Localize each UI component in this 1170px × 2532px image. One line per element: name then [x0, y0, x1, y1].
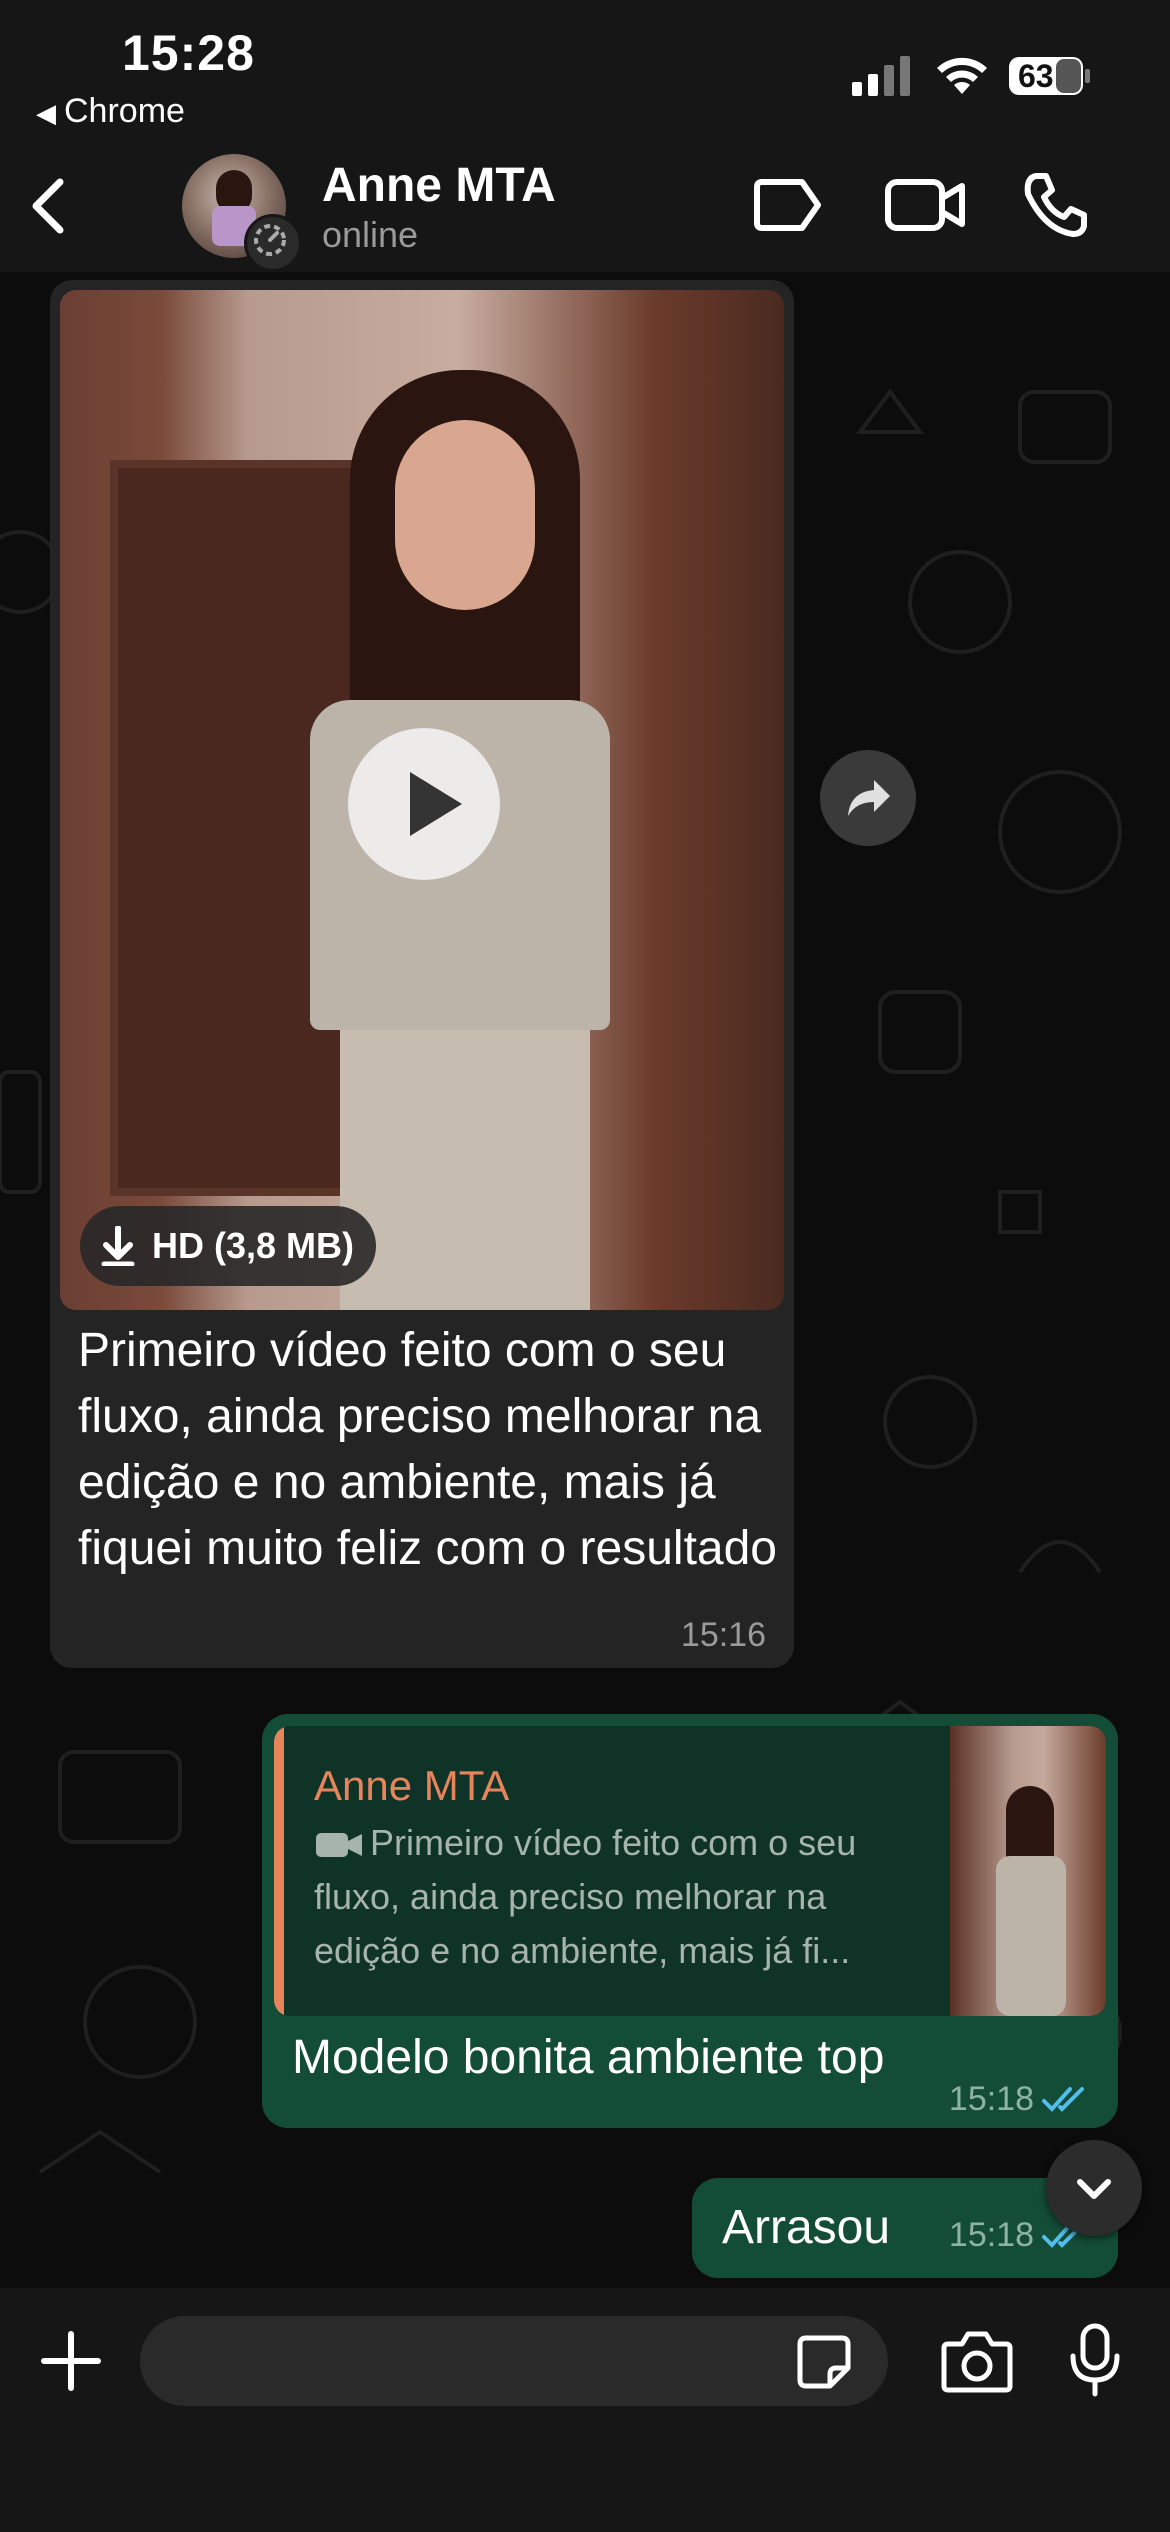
- quoted-author: Anne MTA: [314, 1762, 510, 1809]
- cellular-signal-icon: [852, 56, 910, 96]
- quoted-text-content: Primeiro vídeo feito com o seu fluxo, ai…: [314, 1822, 857, 1971]
- play-button[interactable]: [348, 728, 500, 880]
- forward-button[interactable]: [820, 750, 916, 846]
- read-double-check-icon: [1042, 2086, 1084, 2112]
- download-size-label: HD (3,8 MB): [152, 1225, 355, 1266]
- voice-call-icon[interactable]: [1020, 170, 1090, 240]
- status-bar: 15:28 ◀ Chrome 63: [0, 0, 1170, 140]
- label-tag-icon[interactable]: [752, 174, 826, 236]
- scroll-to-bottom-button[interactable]: [1046, 2140, 1142, 2236]
- message-input[interactable]: [140, 2316, 888, 2406]
- back-to-app-link[interactable]: ◀ Chrome: [36, 92, 185, 131]
- download-hd-button[interactable]: HD (3,8 MB): [80, 1206, 377, 1286]
- microphone-icon[interactable]: [1068, 2322, 1122, 2398]
- thumbnail-figure-pants: [340, 1030, 590, 1310]
- contact-name[interactable]: Anne MTA: [322, 158, 556, 213]
- chevron-down-icon: [1077, 2179, 1111, 2199]
- composer-bar: [0, 2288, 1170, 2532]
- back-triangle-icon: ◀: [36, 98, 56, 128]
- play-icon: [410, 772, 462, 836]
- thumbnail-figure-face: [395, 420, 535, 610]
- forward-arrow-icon: [848, 780, 890, 816]
- reply-text: Modelo bonita ambiente top: [292, 2031, 885, 2084]
- contact-status: online: [322, 214, 419, 255]
- quoted-video-thumbnail: [950, 1726, 1106, 2016]
- quote-accent-bar: [274, 1726, 284, 2016]
- quoted-message[interactable]: Anne MTA Primeiro vídeo feito com o seu …: [274, 1726, 1106, 2016]
- message-timestamp: 15:18: [948, 2080, 1034, 2118]
- video-thumbnail[interactable]: HD (3,8 MB): [60, 290, 784, 1310]
- download-arrow-icon: [101, 1226, 135, 1266]
- incoming-video-message[interactable]: HD (3,8 MB) Primeiro vídeo feito com o s…: [50, 280, 794, 1668]
- wifi-icon: [937, 57, 987, 94]
- video-call-icon[interactable]: [884, 174, 968, 236]
- plus-attach-icon[interactable]: [38, 2328, 104, 2394]
- video-camera-icon: [316, 1833, 362, 1857]
- battery-level: 63: [1018, 58, 1054, 94]
- clock: 15:28: [122, 25, 255, 81]
- message-text: Arrasou: [722, 2201, 891, 2254]
- message-meta: 15:18: [949, 2080, 1090, 2119]
- back-app-label: Chrome: [64, 92, 185, 130]
- battery-indicator: 63: [1008, 56, 1092, 96]
- outgoing-reply-message[interactable]: Anne MTA Primeiro vídeo feito com o seu …: [262, 1714, 1118, 2128]
- quoted-thumbnail-body: [996, 1856, 1066, 2016]
- back-chevron-icon[interactable]: [24, 176, 74, 236]
- message-timestamp: 15:18: [948, 2216, 1034, 2254]
- sticker-icon[interactable]: [794, 2332, 854, 2392]
- chat-area[interactable]: HD (3,8 MB) Primeiro vídeo feito com o s…: [0, 272, 1170, 2288]
- camera-icon[interactable]: [940, 2328, 1014, 2394]
- status-ring-icon: [244, 214, 302, 272]
- video-caption: Primeiro vídeo feito com o seu fluxo, ai…: [78, 1324, 777, 1575]
- chat-header: Anne MTA online: [0, 140, 1170, 272]
- quoted-text: Primeiro vídeo feito com o seu fluxo, ai…: [314, 1816, 894, 1978]
- message-timestamp: 15:16: [680, 1616, 766, 1654]
